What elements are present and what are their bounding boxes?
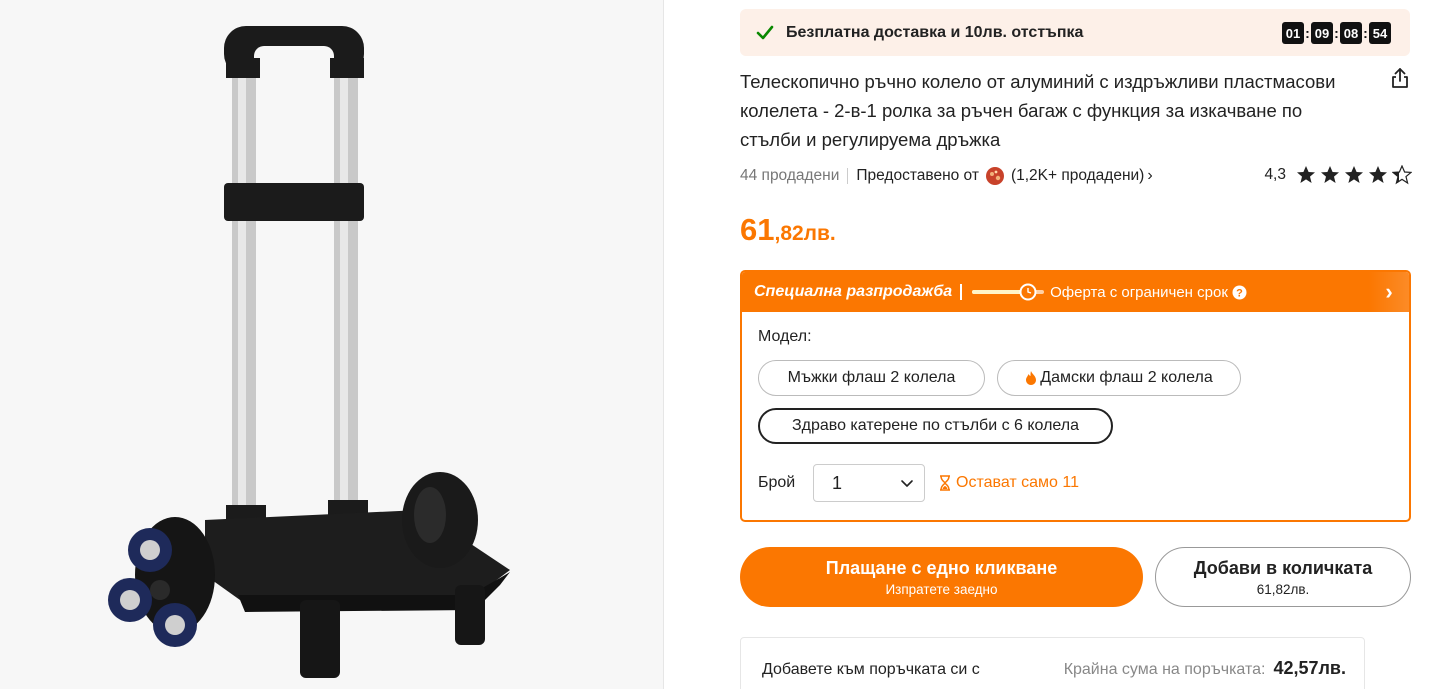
provided-by-label: Предоставено от <box>856 167 979 184</box>
share-icon[interactable] <box>1388 66 1412 90</box>
model-label: Модел: <box>758 328 812 345</box>
chevron-right-icon[interactable]: › <box>1369 272 1409 312</box>
order-total-value: 42,57лв. <box>1273 658 1346 678</box>
sale-subtitle: Оферта с ограничен срок <box>1050 283 1228 301</box>
chevron-down-icon <box>901 480 913 487</box>
sold-count: 44 продадени <box>740 167 840 184</box>
product-price: 61,82лв. <box>740 212 836 248</box>
quantity-value: 1 <box>832 472 843 493</box>
stock-warning: Остават само 11 <box>938 474 1079 492</box>
option-stair-climbing-6-wheels[interactable]: Здраво катерене по стълби с 6 колела <box>758 408 1113 444</box>
order-total-label: Крайна сума на поръчката: <box>1063 661 1266 678</box>
fire-icon <box>1026 371 1037 385</box>
timer-hours: 09 <box>1311 22 1333 44</box>
svg-text:?: ? <box>1236 287 1243 299</box>
free-shipping-text: Безплатна доставка и 10лв. отстъпка <box>786 23 1084 41</box>
star-full-icon <box>1321 166 1339 183</box>
free-shipping-banner[interactable]: Безплатна доставка и 10лв. отстъпка 01 :… <box>740 9 1410 56</box>
timer-minutes: 08 <box>1340 22 1362 44</box>
special-sale-panel: Специална разпродажба Оферта с ограничен… <box>740 270 1411 522</box>
option-mens-flash[interactable]: Мъжки флаш 2 колела <box>758 360 985 396</box>
star-full-icon <box>1345 166 1363 183</box>
timer-days: 01 <box>1282 22 1304 44</box>
store-sold-count: (1,2K+ продадени) <box>1010 167 1145 184</box>
countdown-timer: 01 : 09 : 08 : 54 <box>1282 22 1391 44</box>
product-image[interactable] <box>0 0 664 689</box>
rating-value: 4,3 <box>1264 166 1286 183</box>
store-logo-icon <box>985 167 1004 185</box>
order-summary-box: Добавете към поръчката си с Крайна сума … <box>740 637 1365 689</box>
store-link[interactable]: Предоставено от (1,2K+ продадени) › <box>856 166 1153 186</box>
quantity-select[interactable]: 1 <box>813 464 925 502</box>
help-icon[interactable]: ? <box>1232 285 1247 300</box>
price-fraction: ,82лв. <box>774 222 836 245</box>
chevron-right-icon: › <box>1147 167 1153 184</box>
luggage-cart-image <box>108 26 510 678</box>
product-meta: 44 продадени Предоставено от (1,2K+ прод… <box>740 165 1412 187</box>
add-to-order-text: Добавете към поръчката си с <box>762 661 980 678</box>
quantity-label: Брой <box>758 474 796 491</box>
one-click-buy-button[interactable]: Плащане с едно кликване Изпратете заедно <box>740 547 1143 607</box>
product-details: Безплатна доставка и 10лв. отстъпка 01 :… <box>740 0 1412 689</box>
stock-text: Остават само 11 <box>956 474 1079 491</box>
sale-title: Специална разпродажба <box>754 283 953 300</box>
special-sale-header[interactable]: Специална разпродажба Оферта с ограничен… <box>742 272 1409 312</box>
order-total: Крайна сума на поръчката: 42,57лв. <box>1064 658 1346 679</box>
option-womens-flash[interactable]: Дамски флаш 2 колела <box>997 360 1241 396</box>
product-title: Телескопично ръчно колело от алуминий с … <box>740 71 1336 150</box>
price-main: 61 <box>740 212 775 247</box>
add-to-cart-button[interactable]: Добави в количката 61,82лв. <box>1155 547 1411 607</box>
timer-slider-icon <box>972 283 1045 301</box>
product-rating[interactable]: 4,3 <box>1264 165 1412 185</box>
timer-seconds: 54 <box>1369 22 1391 44</box>
star-partial-icon <box>1392 165 1412 185</box>
hourglass-icon <box>940 475 950 491</box>
star-full-icon <box>1369 166 1387 183</box>
check-icon <box>756 25 774 39</box>
star-full-icon <box>1297 166 1315 183</box>
